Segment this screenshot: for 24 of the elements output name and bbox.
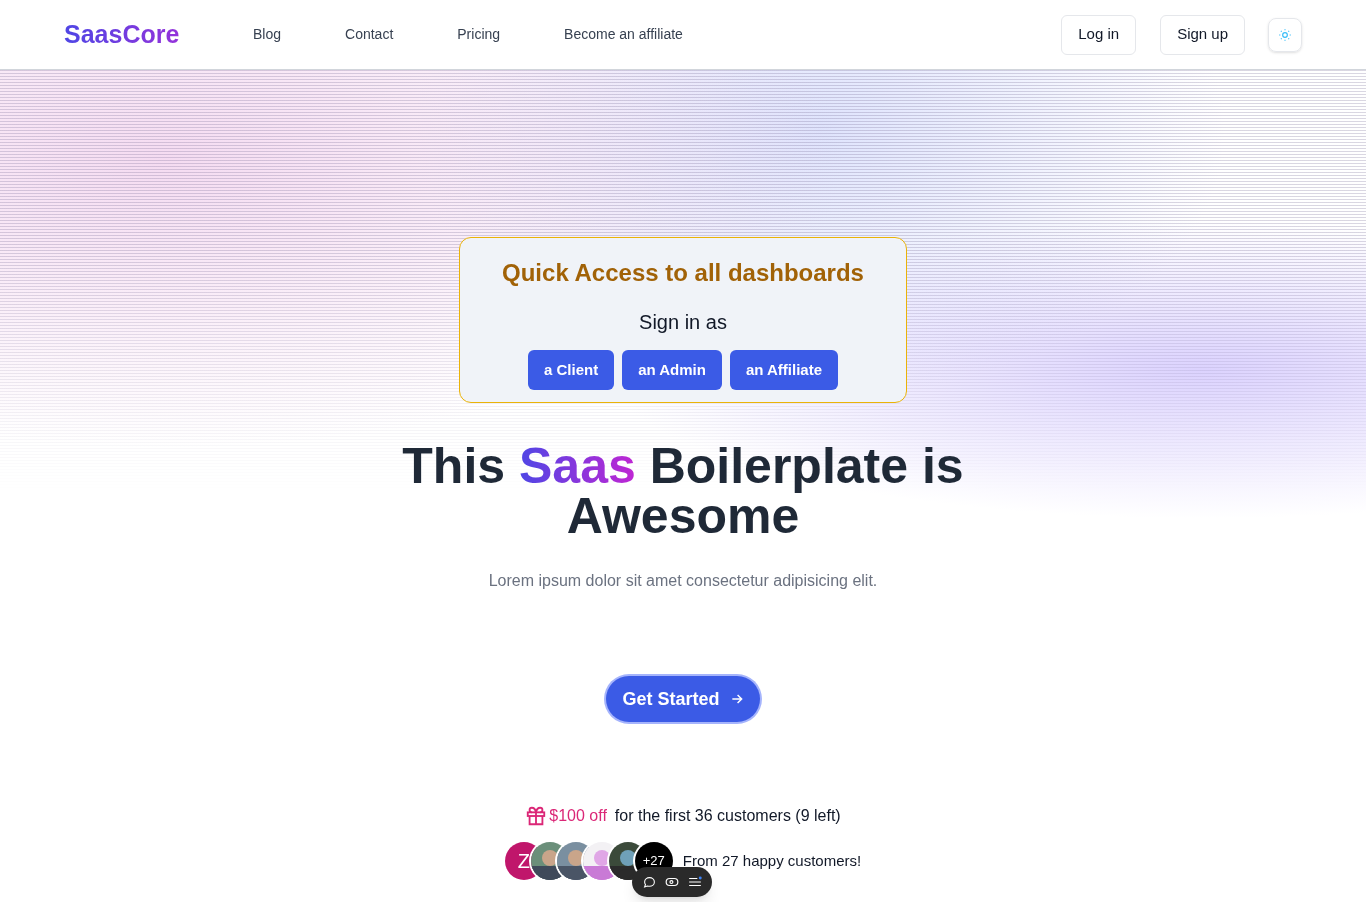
auth-button[interactable]: Sign up (1160, 14, 1245, 55)
sign-in-as-button[interactable]: an Affiliate (729, 350, 839, 390)
gift-icon (525, 805, 548, 827)
auth-button[interactable]: Log in (1061, 14, 1137, 55)
chat-icon[interactable] (642, 875, 656, 889)
offer-text: for the first 36 customers (9 left) (614, 806, 841, 826)
customers-text: From 27 happy customers! (682, 850, 862, 871)
discount-text: $100 off (549, 806, 607, 826)
nav-link[interactable]: Blog (253, 24, 282, 45)
sign-in-as-button[interactable]: a Client (527, 350, 615, 390)
sun-icon (1278, 27, 1292, 42)
hero-title: This Saas Boilerplate is Awesome (401, 441, 965, 541)
get-started-button[interactable]: Get Started (606, 676, 760, 722)
hero-subtitle: Lorem ipsum dolor sit amet consectetur adipisicing elit. (488, 571, 878, 591)
nav-link[interactable]: Pricing (457, 24, 501, 45)
eye-icon[interactable] (664, 876, 679, 888)
card-subtitle: Sign in as (639, 310, 727, 335)
menu-icon[interactable] (687, 876, 702, 888)
nav-link[interactable]: Become an affiliate (564, 24, 683, 45)
nav-link[interactable]: Contact (345, 24, 394, 45)
theme-toggle-button[interactable] (1268, 17, 1302, 52)
arrow-right-icon (729, 692, 744, 706)
card-title: Quick Access to all dashboards (502, 258, 864, 288)
sign-in-as-button[interactable]: an Admin (622, 350, 722, 390)
